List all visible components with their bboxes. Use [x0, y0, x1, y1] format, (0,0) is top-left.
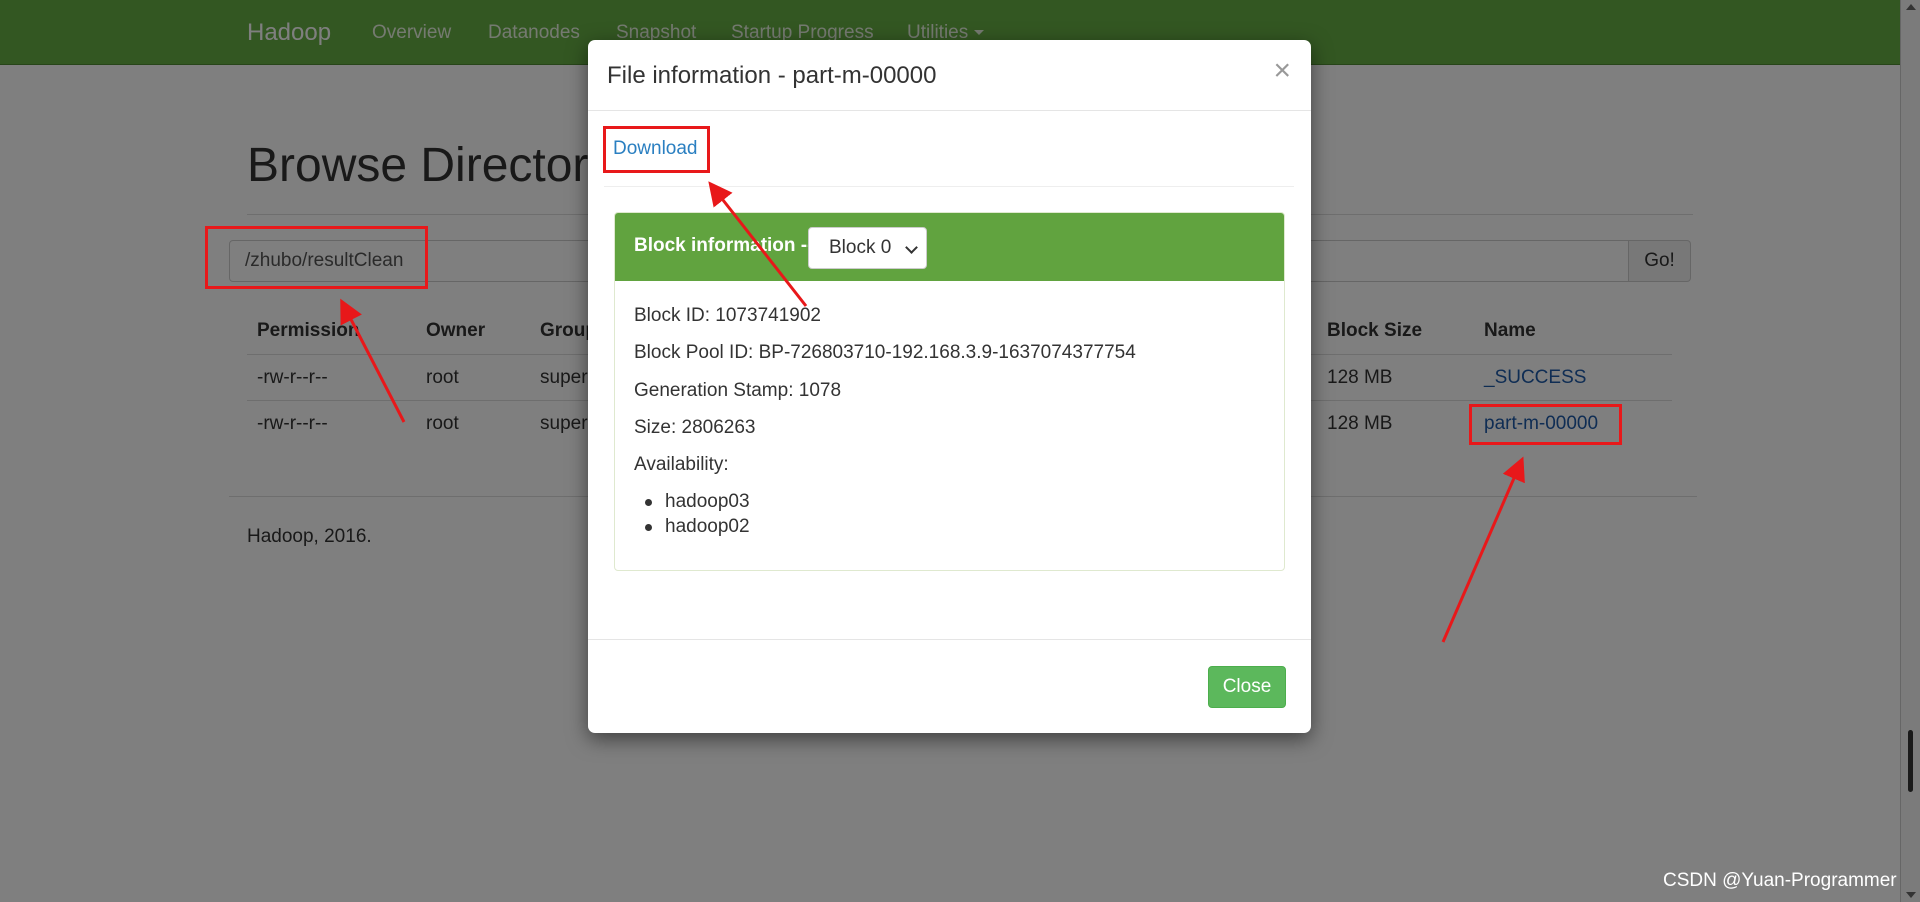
block-info-title: Block information -- — [634, 235, 814, 256]
close-icon[interactable]: × — [1273, 56, 1291, 86]
block-select-value: Block 0 — [829, 237, 892, 258]
block-info-heading: Block information -- Block 0 — [615, 213, 1284, 281]
scroll-up-icon[interactable] — [1906, 4, 1916, 10]
scroll-thumb[interactable] — [1908, 730, 1913, 792]
annotation-box-file — [1469, 404, 1622, 445]
modal-title: File information - part-m-00000 — [607, 62, 937, 89]
generation-stamp: Generation Stamp: 1078 — [634, 380, 842, 401]
modal-header-divider — [588, 110, 1311, 111]
divider — [604, 186, 1294, 187]
modal-footer-divider — [588, 639, 1311, 640]
close-button[interactable]: Close — [1208, 666, 1286, 708]
block-info-panel: Block information -- Block 0 Block ID: 1… — [614, 212, 1285, 571]
block-id: Block ID: 1073741902 — [634, 305, 821, 326]
annotation-box-download — [603, 126, 710, 173]
watermark: CSDN @Yuan-Programmer — [1663, 870, 1897, 891]
list-item: hadoop02 — [645, 516, 750, 541]
vertical-scrollbar[interactable] — [1900, 0, 1920, 902]
block-select[interactable]: Block 0 — [808, 227, 927, 269]
chevron-down-icon — [905, 241, 918, 254]
annotation-box-path — [205, 226, 428, 289]
scroll-down-icon[interactable] — [1906, 892, 1916, 898]
list-item: hadoop03 — [645, 491, 750, 516]
availability-list: hadoop03 hadoop02 — [645, 491, 750, 541]
availability-label: Availability: — [634, 454, 729, 475]
block-pool-id: Block Pool ID: BP-726803710-192.168.3.9-… — [634, 342, 1136, 363]
block-size-value: Size: 2806263 — [634, 417, 756, 438]
